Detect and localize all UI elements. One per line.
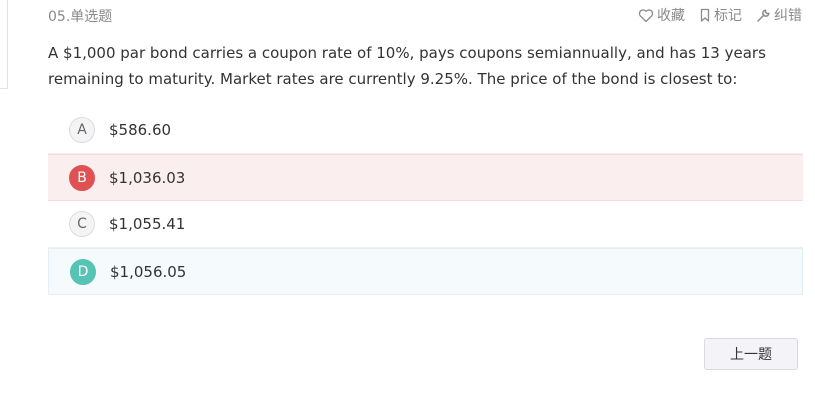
- mark-label: 标记: [714, 8, 742, 24]
- option-letter: C: [69, 211, 95, 237]
- previous-question-button[interactable]: 上一题: [704, 338, 798, 370]
- favorite-button[interactable]: 收藏: [638, 5, 685, 25]
- report-error-label: 纠错: [774, 8, 802, 24]
- answer-options: A $586.60 B $1,036.03 C $1,055.41 D $1,0…: [48, 107, 803, 295]
- option-a[interactable]: A $586.60: [48, 107, 803, 154]
- question-actions: 收藏 标记 纠错: [638, 5, 802, 25]
- favorite-label: 收藏: [657, 8, 685, 24]
- wrench-icon: [756, 8, 771, 23]
- option-text: $1,056.05: [110, 262, 187, 281]
- option-c[interactable]: C $1,055.41: [48, 201, 803, 248]
- bookmark-icon: [699, 8, 711, 23]
- report-error-button[interactable]: 纠错: [756, 5, 802, 25]
- option-text: $1,055.41: [109, 215, 186, 233]
- option-letter: B: [69, 164, 95, 191]
- option-b[interactable]: B $1,036.03: [48, 154, 803, 201]
- heart-icon: [638, 8, 654, 23]
- option-letter: A: [69, 117, 95, 143]
- mark-button[interactable]: 标记: [699, 5, 742, 25]
- option-letter: D: [70, 258, 96, 285]
- question-type-label: 05.单选题: [48, 9, 113, 25]
- option-text: $586.60: [109, 121, 172, 139]
- side-panel-edge: [0, 0, 8, 89]
- option-text: $1,036.03: [109, 168, 186, 187]
- option-d[interactable]: D $1,056.05: [48, 248, 803, 295]
- question-text: A $1,000 par bond carries a coupon rate …: [48, 44, 766, 88]
